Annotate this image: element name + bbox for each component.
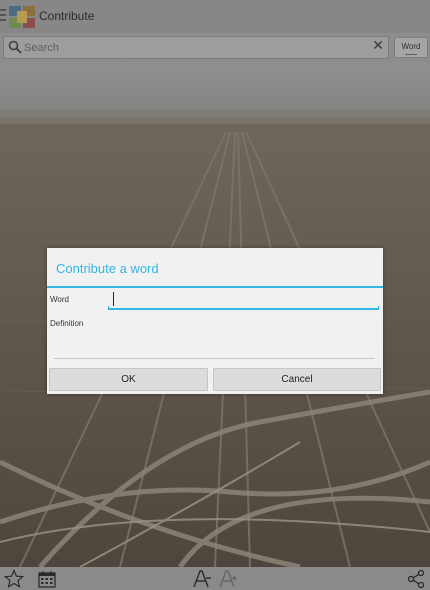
contribute-dialog: Contribute a word Word Definition OK Can…	[47, 248, 383, 394]
action-bar: Contribute	[0, 0, 430, 33]
calendar-icon[interactable]	[37, 569, 57, 589]
search-bar: ✕ Word	[0, 33, 430, 62]
search-input[interactable]	[24, 39, 364, 57]
share-icon[interactable]	[406, 569, 426, 589]
word-label: Word	[50, 295, 69, 304]
page-title: Contribute	[39, 9, 95, 23]
search-box: ✕	[3, 36, 389, 59]
definition-input[interactable]	[54, 334, 375, 358]
search-mode-button[interactable]: Word	[394, 37, 428, 58]
bottom-toolbar	[0, 567, 430, 590]
cancel-button[interactable]: Cancel	[213, 368, 381, 391]
word-input-underline	[108, 306, 379, 310]
definition-input-underline	[54, 358, 375, 359]
search-icon	[8, 40, 22, 54]
text-cursor	[113, 292, 114, 306]
font-increase-icon[interactable]	[218, 569, 238, 589]
drawer-icon[interactable]	[0, 9, 6, 23]
star-icon[interactable]	[4, 569, 24, 589]
dialog-divider	[47, 286, 383, 288]
app-logo-icon[interactable]	[8, 4, 36, 30]
ok-button[interactable]: OK	[49, 368, 208, 391]
dialog-title: Contribute a word	[56, 261, 159, 276]
font-decrease-icon[interactable]	[192, 569, 212, 589]
close-icon[interactable]: ✕	[372, 38, 384, 54]
definition-label: Definition	[50, 319, 84, 328]
word-input[interactable]	[108, 290, 379, 310]
